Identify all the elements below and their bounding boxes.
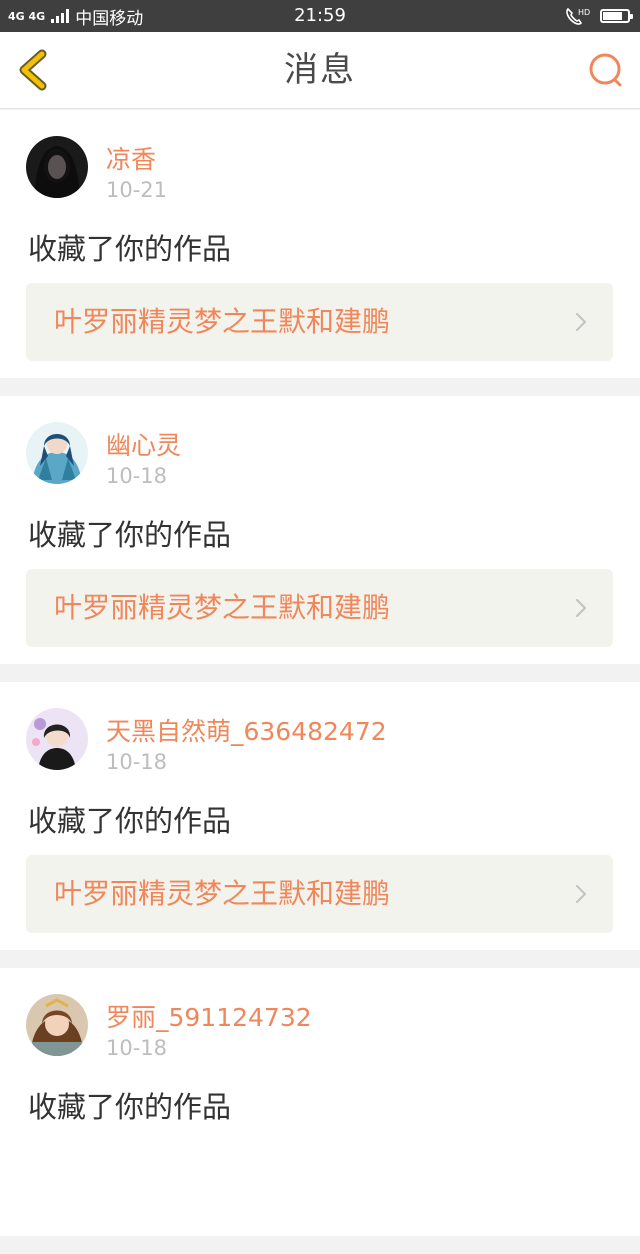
clock: 21:59: [294, 5, 346, 26]
message-text: 收藏了你的作品: [28, 804, 232, 838]
work-title: 叶罗丽精灵梦之王默和建鹏: [54, 305, 391, 338]
message-date: 10-18: [106, 464, 168, 488]
search-button[interactable]: [586, 50, 626, 90]
message-text: 收藏了你的作品: [28, 232, 232, 266]
work-link[interactable]: 叶罗丽精灵梦之王默和建鹏: [26, 283, 613, 361]
work-link[interactable]: 叶罗丽精灵梦之王默和建鹏: [26, 855, 613, 933]
status-right: HD: [564, 0, 633, 32]
message-list: 凉香 10-21 收藏了你的作品 叶罗丽精灵梦之王默和建鹏 幽心灵 10-18 …: [0, 110, 640, 1254]
message-date: 10-18: [106, 750, 168, 774]
work-title: 叶罗丽精灵梦之王默和建鹏: [54, 877, 391, 910]
user-name[interactable]: 天黑自然萌_636482472: [106, 712, 387, 748]
user-name[interactable]: 凉香: [106, 140, 156, 176]
avatar[interactable]: [26, 994, 88, 1056]
message-date: 10-21: [106, 178, 168, 202]
user-name[interactable]: 幽心灵: [106, 426, 181, 462]
message-card: 罗丽_591124732 10-18 收藏了你的作品: [0, 968, 640, 1236]
message-card: 幽心灵 10-18 收藏了你的作品 叶罗丽精灵梦之王默和建鹏: [0, 396, 640, 664]
hd-label: HD: [578, 8, 590, 17]
chevron-right-icon: [575, 598, 587, 618]
work-link[interactable]: 叶罗丽精灵梦之王默和建鹏: [26, 569, 613, 647]
avatar[interactable]: [26, 136, 88, 198]
battery-level: [603, 12, 622, 20]
message-text: 收藏了你的作品: [28, 518, 232, 552]
message-date: 10-18: [106, 1036, 168, 1060]
nav-bar: 消息: [0, 32, 640, 109]
message-card: 天黑自然萌_636482472 10-18 收藏了你的作品 叶罗丽精灵梦之王默和…: [0, 682, 640, 950]
chevron-right-icon: [575, 312, 587, 332]
message-text: 收藏了你的作品: [28, 1090, 232, 1124]
message-card: 凉香 10-21 收藏了你的作品 叶罗丽精灵梦之王默和建鹏: [0, 110, 640, 378]
battery-icon: [600, 9, 633, 23]
avatar[interactable]: [26, 708, 88, 770]
status-bar: 4G 4G 中国移动 21:59 HD: [0, 0, 640, 32]
hd-call-icon: HD: [566, 7, 590, 25]
user-name[interactable]: 罗丽_591124732: [106, 998, 312, 1034]
work-title: 叶罗丽精灵梦之王默和建鹏: [54, 591, 391, 624]
search-icon: [589, 53, 622, 87]
avatar[interactable]: [26, 422, 88, 484]
chevron-right-icon: [575, 884, 587, 904]
page-title: 消息: [284, 50, 356, 90]
